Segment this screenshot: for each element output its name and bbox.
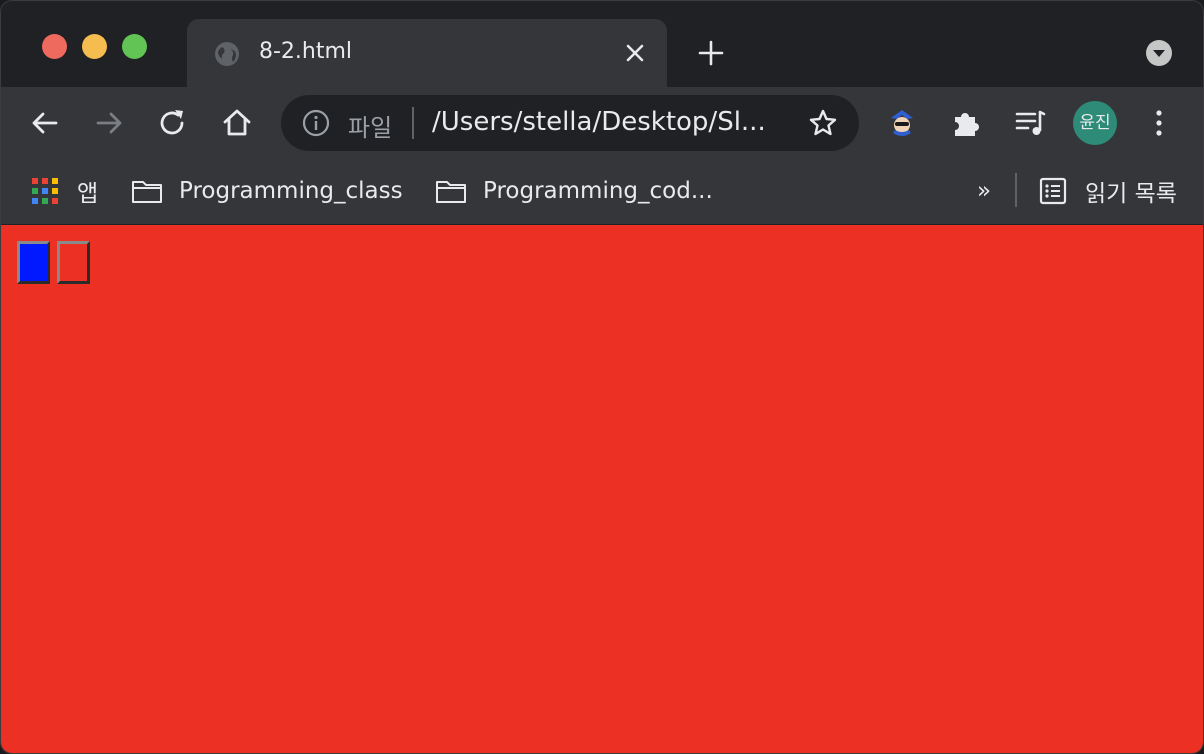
page-content	[1, 225, 1203, 753]
red-color-button[interactable]	[57, 241, 90, 284]
toolbar: 파일 /Users/stella/Desktop/Sl... 윤진	[1, 87, 1203, 159]
address-bar[interactable]: 파일 /Users/stella/Desktop/Sl...	[281, 95, 859, 151]
bookmarks-overflow-button[interactable]: »	[977, 173, 991, 209]
bookmark-folder-programming-code[interactable]: Programming_cod...	[435, 173, 713, 209]
forward-icon[interactable]	[92, 106, 126, 140]
bookmark-star-icon[interactable]	[807, 107, 839, 139]
reading-list-icon	[1039, 177, 1067, 205]
apps-grid-icon	[32, 178, 58, 204]
tab-title: 8-2.html	[259, 39, 353, 64]
browser-window: 8-2.html 파일 /Users/stella/Desktop/Sl... …	[0, 0, 1204, 754]
blue-color-button[interactable]	[17, 241, 50, 284]
tab-search-icon[interactable]	[1144, 38, 1174, 68]
overflow-chevron-icon: »	[977, 178, 992, 204]
extensions-puzzle-icon[interactable]	[949, 106, 983, 140]
folder-icon	[436, 181, 466, 203]
info-icon[interactable]	[301, 108, 331, 138]
reading-list-label: 읽기 목록	[1085, 181, 1177, 207]
home-icon[interactable]	[220, 106, 254, 140]
folder-icon	[132, 181, 162, 203]
zoom-window-button[interactable]	[122, 34, 147, 59]
bookmark-label: Programming_cod...	[483, 178, 713, 204]
bookmarks-bar: 앱 Programming_class Programming_cod... »	[1, 159, 1203, 225]
close-window-button[interactable]	[42, 34, 67, 59]
bookmark-label: Programming_class	[179, 178, 403, 204]
minimize-window-button[interactable]	[82, 34, 107, 59]
reload-icon[interactable]	[156, 106, 190, 140]
more-menu-icon[interactable]	[1142, 106, 1176, 140]
reading-list-button[interactable]: 읽기 목록	[1039, 173, 1177, 209]
bookmark-folder-programming-class[interactable]: Programming_class	[131, 173, 403, 209]
bookmarks-divider	[1015, 173, 1017, 207]
tab-strip: 8-2.html	[1, 1, 1203, 87]
omnibox-divider	[412, 107, 414, 139]
url-text[interactable]: /Users/stella/Desktop/Sl...	[432, 107, 766, 137]
tab-active[interactable]: 8-2.html	[187, 19, 667, 87]
profile-avatar[interactable]: 윤진	[1073, 101, 1117, 145]
globe-icon	[215, 42, 239, 66]
scheme-label: 파일	[348, 114, 393, 142]
extension-character-icon[interactable]	[885, 106, 919, 140]
back-icon[interactable]	[28, 106, 62, 140]
bookmark-apps-label: 앱	[77, 181, 99, 207]
new-tab-icon[interactable]	[696, 38, 726, 68]
bookmark-apps[interactable]: 앱	[31, 173, 98, 209]
media-control-icon[interactable]	[1013, 106, 1047, 140]
close-tab-icon[interactable]	[621, 39, 649, 67]
